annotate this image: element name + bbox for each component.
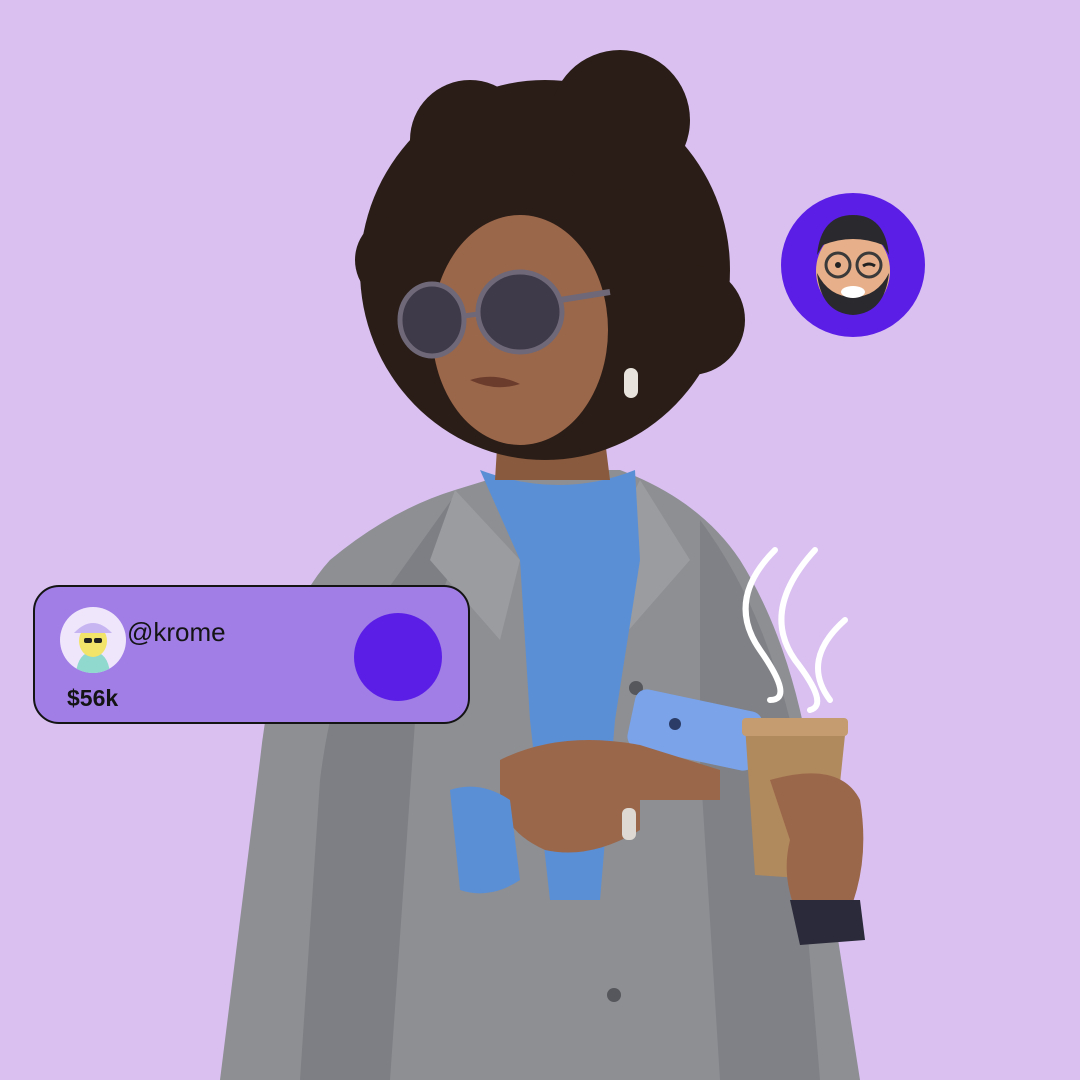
- status-dot: [354, 613, 442, 701]
- floating-avatar[interactable]: [781, 193, 925, 337]
- hero-photo: [220, 50, 865, 1080]
- earnings-amount: $56k: [67, 685, 119, 711]
- bucket-hat-user-avatar-icon: [74, 623, 112, 673]
- username-handle: @krome: [127, 617, 226, 647]
- user-avatar: [60, 607, 126, 673]
- user-earnings-card[interactable]: @krome $56k: [33, 585, 470, 724]
- bearded-man-wink-memoji-icon: [816, 215, 890, 315]
